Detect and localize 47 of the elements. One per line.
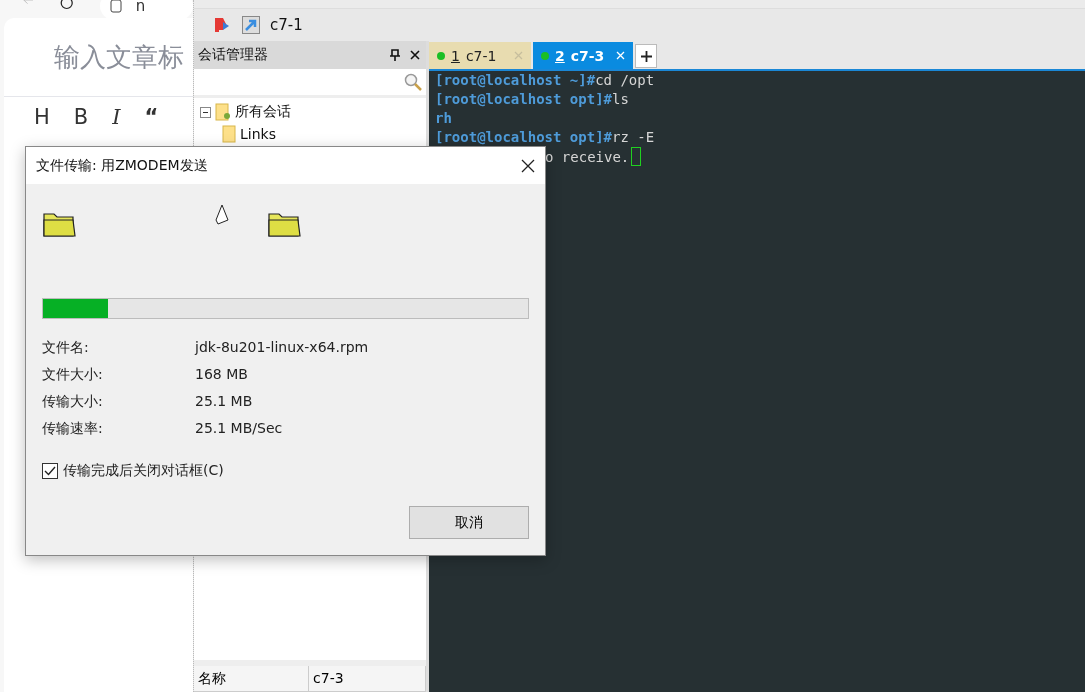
property-value: c7-3 xyxy=(309,666,426,692)
terminal-line: o receive. xyxy=(545,149,630,165)
field-value: 25.1 MB xyxy=(195,393,254,411)
folder-icon xyxy=(267,210,301,238)
address-bar[interactable]: n xyxy=(99,0,193,20)
field-value: 168 MB xyxy=(195,366,249,384)
cancel-button[interactable]: 取消 xyxy=(409,506,529,539)
close-icon[interactable] xyxy=(521,158,535,173)
terminal-line: rh xyxy=(435,109,453,128)
format-button[interactable]: H xyxy=(34,105,50,129)
tree-item[interactable]: Links xyxy=(240,126,276,142)
new-tab-button[interactable] xyxy=(635,44,657,68)
collapse-icon[interactable] xyxy=(200,106,211,118)
format-button[interactable]: I xyxy=(112,105,121,129)
property-name: 名称 xyxy=(194,666,310,692)
page-icon xyxy=(109,0,122,13)
terminal-line: [root@localhost opt]#rz -E xyxy=(435,128,656,147)
session-title: c7-1 xyxy=(270,16,303,34)
field-label: 文件名: xyxy=(42,339,90,357)
terminal-line: [root@localhost ~]#cd /opt xyxy=(435,71,656,90)
field-label: 传输速率: xyxy=(42,420,104,438)
checkbox[interactable] xyxy=(42,463,58,479)
dialog-title: 文件传输: 用ZMODEM发送 xyxy=(36,156,208,175)
field-label: 文件大小: xyxy=(42,366,104,384)
field-value: jdk-8u201-linux-x64.rpm xyxy=(195,339,370,357)
panel-title: 会话管理器 xyxy=(198,46,269,64)
folder-icon xyxy=(222,125,236,143)
close-icon[interactable] xyxy=(410,50,420,60)
status-dot xyxy=(437,51,445,60)
session-tab[interactable]: 2 c7-3 xyxy=(533,42,633,69)
search-icon xyxy=(404,73,422,91)
checkbox-label[interactable]: 传输完成后关闭对话框(C) xyxy=(63,462,224,480)
session-tab[interactable]: 1 c7-1 xyxy=(429,42,531,69)
status-dot xyxy=(541,51,549,60)
terminal-line: [root@localhost opt]#ls xyxy=(435,90,630,109)
field-label: 传输大小: xyxy=(42,393,104,411)
format-button[interactable]: B xyxy=(73,105,89,129)
field-value: 25.1 MB/Sec xyxy=(195,420,284,438)
folder-icon xyxy=(42,210,76,238)
address-text: n xyxy=(135,0,146,15)
format-button[interactable]: “ xyxy=(144,105,159,129)
tree-item[interactable]: 所有会话 xyxy=(235,103,291,121)
shortcut-icon[interactable] xyxy=(242,16,260,34)
paper-icon xyxy=(214,204,230,226)
folder-icon xyxy=(215,103,231,121)
pin-icon[interactable] xyxy=(390,49,400,61)
plus-icon xyxy=(640,50,652,62)
